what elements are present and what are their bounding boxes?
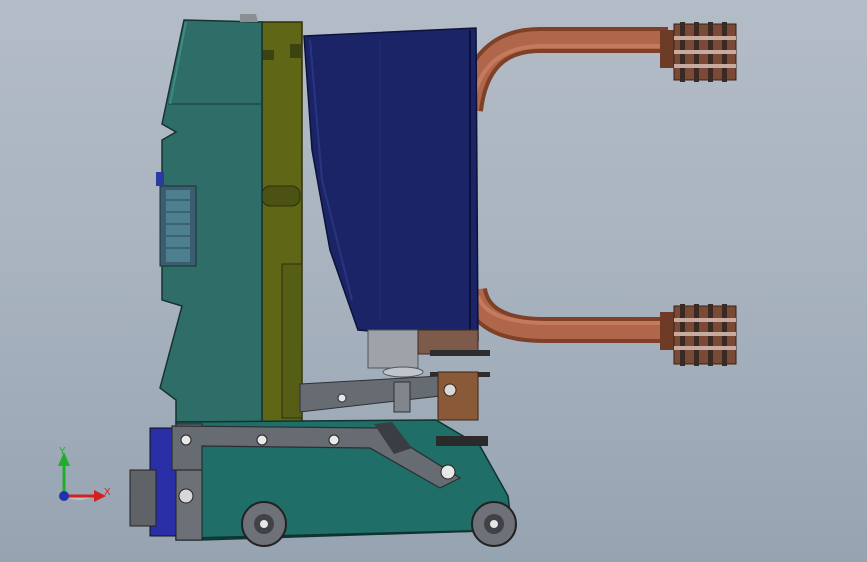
cad-viewport[interactable]: Y X: [0, 0, 867, 562]
left-wheel[interactable]: [241, 501, 287, 547]
lower-contact-fingers[interactable]: [660, 304, 737, 366]
operating-linkage[interactable]: [299, 371, 479, 421]
cad-model-view[interactable]: Y X: [0, 0, 867, 562]
lower-bus-arm[interactable]: [461, 287, 668, 343]
z-axis-dot: [59, 491, 69, 501]
x-axis-label: X: [104, 487, 111, 498]
insulating-cover[interactable]: [303, 27, 479, 341]
upper-bus-arm[interactable]: [457, 27, 668, 112]
right-wheel[interactable]: [471, 501, 517, 547]
middle-frame[interactable]: [261, 21, 303, 423]
front-mechanism-window[interactable]: [156, 172, 197, 267]
y-axis-label: Y: [59, 446, 66, 457]
coordinate-triad: Y X: [58, 446, 111, 502]
lower-support-bracket[interactable]: [367, 329, 490, 378]
upper-contact-fingers[interactable]: [660, 22, 737, 82]
